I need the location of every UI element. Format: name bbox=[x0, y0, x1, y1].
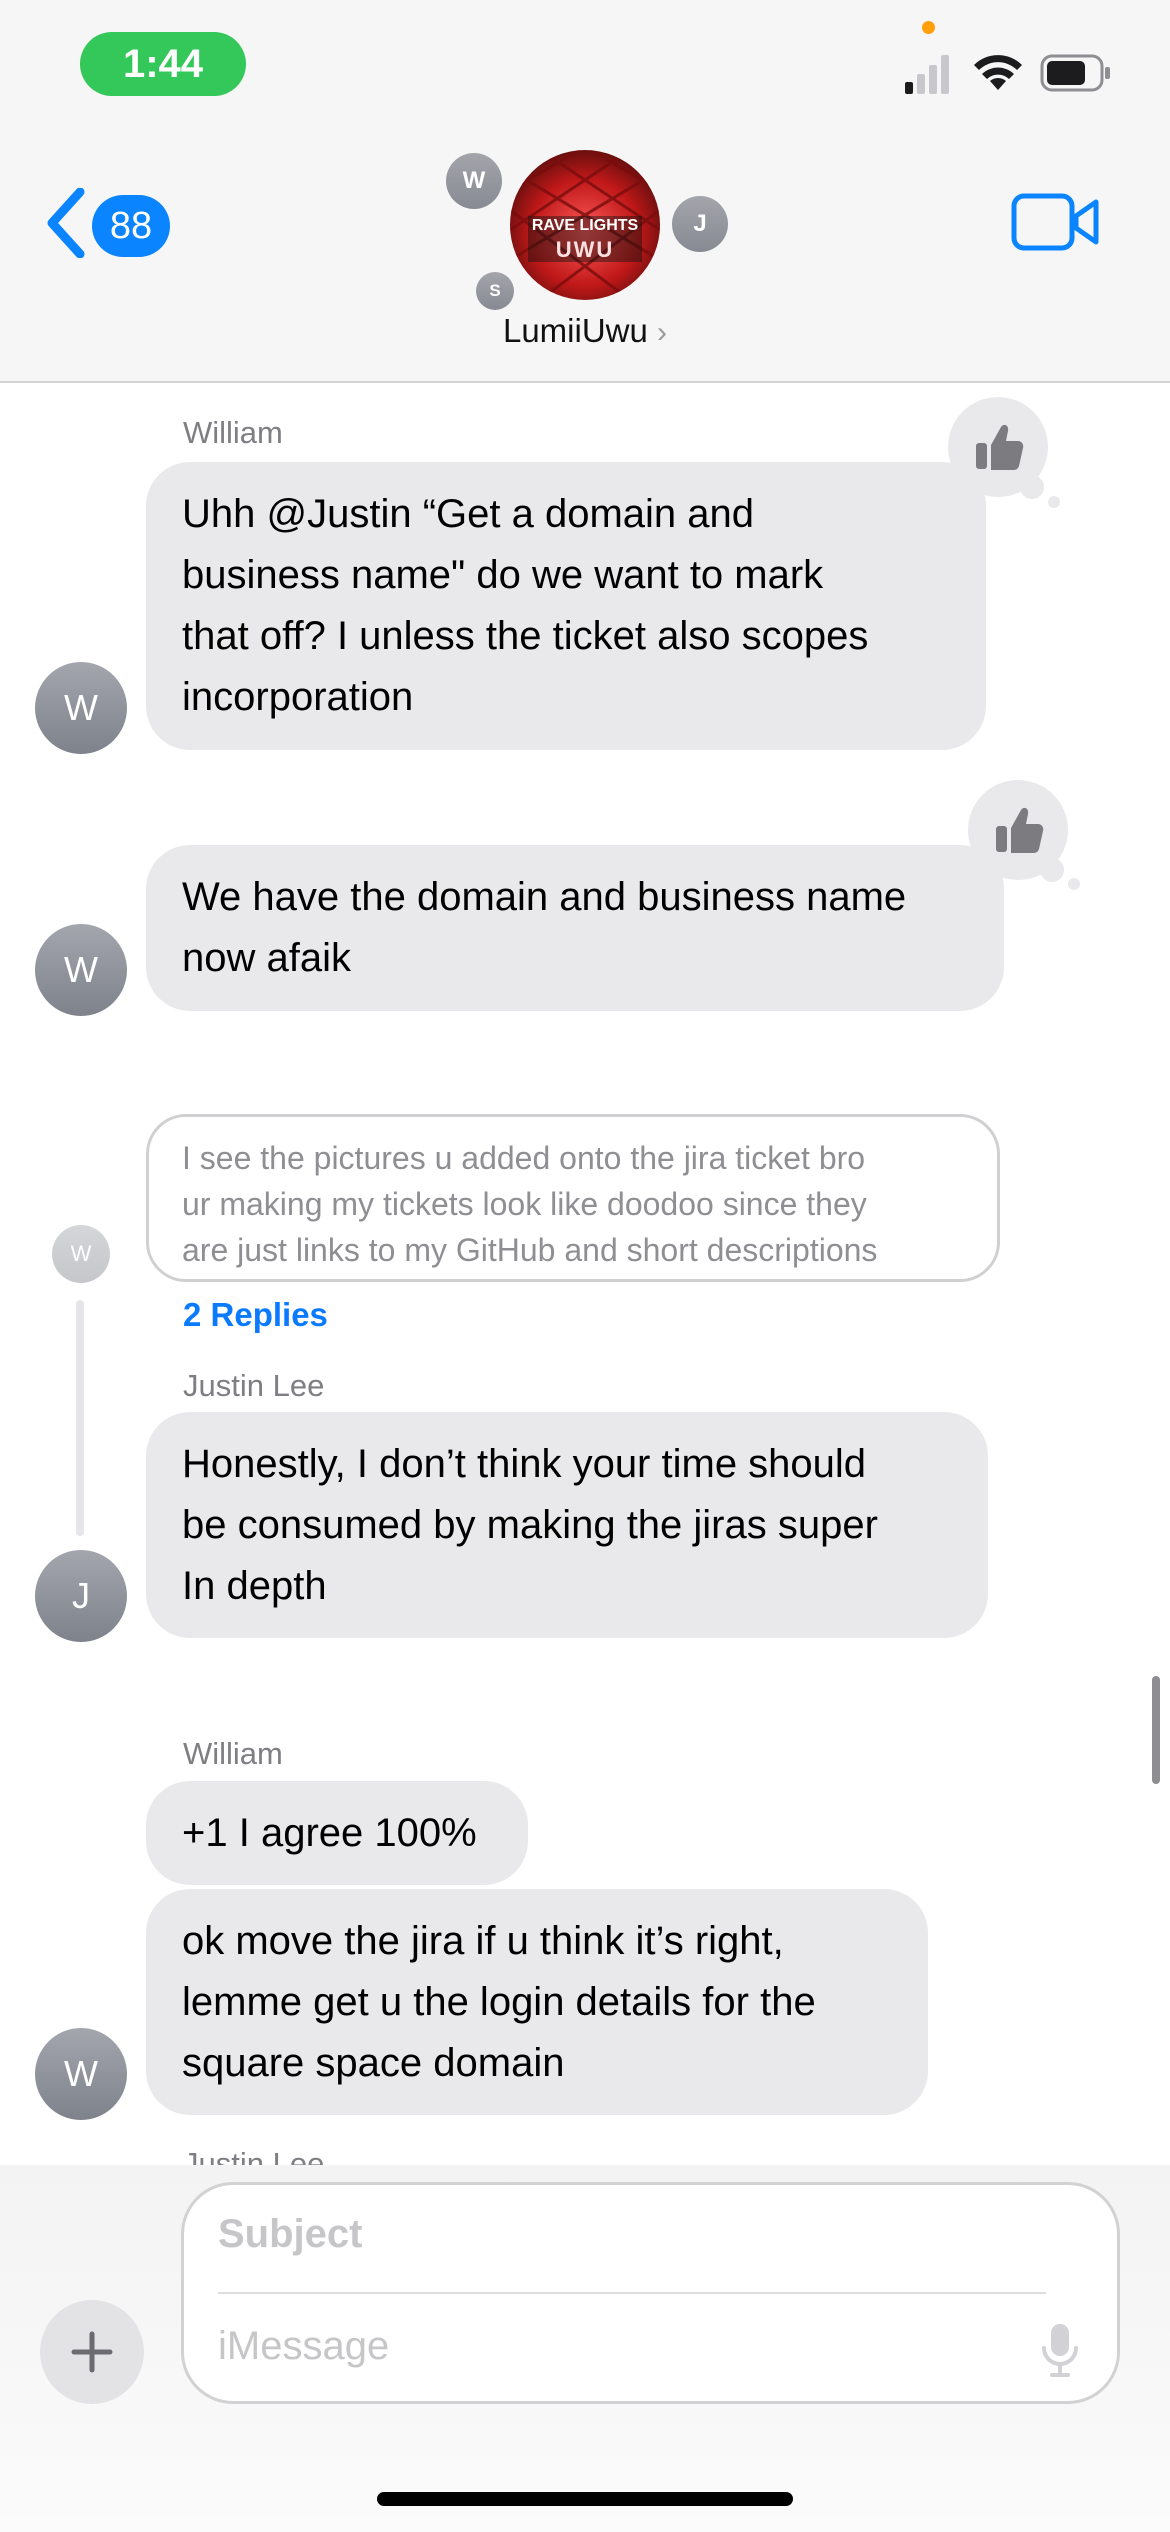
message-line: ok move the jira if u think it’s right, bbox=[182, 1919, 784, 1963]
battery-icon bbox=[1040, 54, 1110, 92]
message-line: Uhh @Justin “Get a domain and bbox=[182, 492, 755, 536]
sender-name: Justin Lee bbox=[183, 1368, 325, 1403]
privacy-indicator-dot bbox=[922, 21, 935, 34]
microphone-icon bbox=[1042, 2324, 1078, 2377]
dictation-button[interactable] bbox=[1040, 2322, 1080, 2378]
quoted-avatar: W bbox=[52, 1225, 110, 1283]
replies-link[interactable]: 2 Replies bbox=[183, 1296, 328, 1334]
quoted-line: ur making my tickets look like doodoo si… bbox=[182, 1186, 867, 1222]
quoted-message[interactable]: I see the pictures u added onto the jira… bbox=[146, 1114, 1000, 1282]
message-field[interactable]: iMessage bbox=[218, 2324, 389, 2369]
message-line: +1 I agree 100% bbox=[182, 1811, 477, 1855]
quoted-line: I see the pictures u added onto the jira… bbox=[182, 1140, 866, 1176]
group-name[interactable]: LumiiUwu › bbox=[380, 312, 790, 350]
message-line: incorporation bbox=[182, 675, 414, 719]
message-line: business name" do we want to mark bbox=[182, 553, 824, 597]
plus-icon bbox=[71, 2331, 113, 2373]
unread-count-badge[interactable]: 88 bbox=[92, 195, 170, 257]
member-avatar-j: J bbox=[672, 196, 728, 252]
quoted-line: are just links to my GitHub and short de… bbox=[182, 1232, 878, 1268]
tapback-tail bbox=[1068, 878, 1080, 890]
tapback-tail bbox=[1048, 496, 1060, 508]
message-bubble[interactable]: Uhh @Justin “Get a domain and business n… bbox=[146, 462, 986, 750]
scrollbar[interactable] bbox=[1152, 1676, 1160, 1784]
message-line: that off? I unless the ticket also scope… bbox=[182, 614, 869, 658]
message-bubble[interactable]: Honestly, I don’t think your time should… bbox=[146, 1412, 988, 1638]
group-photo[interactable]: RAVE LIGHTS UWU bbox=[510, 150, 660, 300]
thumbs-up-icon bbox=[976, 424, 1024, 470]
message-line: lemme get u the login details for the bbox=[182, 1980, 816, 2024]
thread-line bbox=[76, 1300, 84, 1536]
message-bubble[interactable]: +1 I agree 100% bbox=[146, 1781, 528, 1885]
facetime-video-button[interactable] bbox=[1010, 190, 1102, 254]
video-camera-icon bbox=[1011, 193, 1099, 251]
sender-name: William bbox=[183, 1736, 283, 1771]
message-line: In depth bbox=[182, 1564, 327, 1608]
group-photo-text-1: RAVE LIGHTS bbox=[531, 217, 639, 234]
status-time: 1:44 bbox=[80, 32, 246, 96]
group-name-label: LumiiUwu bbox=[502, 312, 648, 349]
avatar[interactable]: W bbox=[35, 924, 127, 1016]
message-line: We have the domain and business name bbox=[182, 875, 907, 919]
message-line: Honestly, I don’t think your time should bbox=[182, 1442, 867, 1486]
message-line: square space domain bbox=[182, 2041, 565, 2085]
subject-field[interactable]: Subject bbox=[218, 2212, 362, 2257]
thumbs-up-icon bbox=[996, 807, 1044, 853]
chevron-left-icon bbox=[47, 188, 85, 258]
avatar[interactable]: W bbox=[35, 2028, 127, 2120]
group-photo-text-2: UWU bbox=[555, 237, 615, 262]
tapback-tail bbox=[1020, 475, 1044, 499]
input-divider bbox=[218, 2292, 1046, 2294]
chevron-right-icon: › bbox=[657, 316, 668, 349]
home-indicator[interactable] bbox=[377, 2492, 793, 2506]
member-avatar-w: W bbox=[446, 153, 502, 209]
sender-name: William bbox=[183, 415, 283, 450]
tapback-tail bbox=[1040, 858, 1064, 882]
message-line: now afaik bbox=[182, 936, 351, 980]
member-avatar-s: S bbox=[476, 272, 514, 310]
message-bubble[interactable]: We have the domain and business name now… bbox=[146, 845, 1004, 1011]
avatar[interactable]: W bbox=[35, 662, 127, 754]
apps-plus-button[interactable] bbox=[40, 2300, 144, 2404]
cellular-signal-icon bbox=[905, 55, 949, 94]
message-line: be consumed by making the jiras super bbox=[182, 1503, 878, 1547]
message-bubble[interactable]: ok move the jira if u think it’s right, … bbox=[146, 1889, 928, 2115]
wifi-icon bbox=[974, 55, 1022, 90]
avatar[interactable]: J bbox=[35, 1550, 127, 1642]
